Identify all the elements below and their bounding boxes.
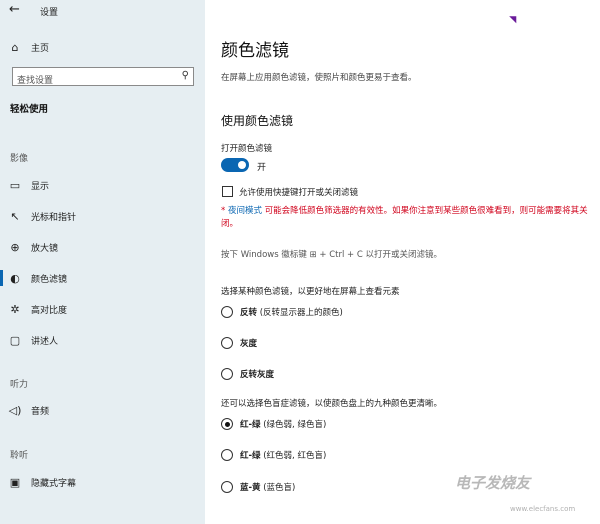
captions-icon: ▣: [9, 475, 21, 489]
filter-name: 红-绿: [240, 451, 261, 461]
radio-invert[interactable]: [221, 306, 233, 318]
sidebar-item-label: 主页: [31, 43, 50, 54]
search-icon[interactable]: ⚲: [182, 70, 189, 81]
window-title: 设置: [40, 8, 59, 18]
sidebar-item-contrast[interactable]: ✲ 高对比度: [0, 296, 205, 322]
sidebar-item-label: 颜色滤镜: [31, 274, 68, 285]
night-mode-link[interactable]: 夜间模式: [228, 206, 262, 216]
sidebar-item-audio[interactable]: ◁) 音频: [0, 397, 205, 423]
filter-name: 蓝-黄: [240, 483, 261, 493]
search-input[interactable]: [17, 73, 167, 89]
cursor-icon: ↖: [10, 209, 20, 223]
narrator-icon: ▢: [9, 333, 21, 347]
page-description: 在屏幕上应用颜色滤镜，使照片和颜色更易于查看。: [221, 73, 417, 83]
radio-label-grayscale[interactable]: 灰度: [240, 337, 257, 349]
toggle-knob: [238, 161, 246, 169]
group-heading-vision: 影像: [10, 154, 29, 164]
radio-label-inverted-grayscale[interactable]: 反转灰度: [240, 368, 274, 380]
radio-protanopia[interactable]: [221, 449, 233, 461]
filter-desc: (红色弱, 红色盲): [260, 451, 327, 461]
watermark-url: www.elecfans.com: [510, 505, 576, 513]
night-mode-warning: * 夜间模式 可能会降低颜色筛选器的有效性。如果你注意到某些颜色很难看到，则可能…: [221, 205, 591, 231]
shortcut-checkbox-label[interactable]: 允许使用快捷键打开或关闭滤镜: [239, 186, 358, 198]
group-heading-listening: 聆听: [10, 451, 29, 461]
filter-section-label: 选择某种颜色滤镜，以更好地在屏幕上查看元素: [221, 287, 400, 297]
sidebar-item-label: 光标和指针: [31, 212, 77, 223]
filter-desc: (绿色弱, 绿色盲): [260, 420, 327, 430]
home-icon: ⌂: [11, 40, 19, 54]
colorblind-section-label: 还可以选择色盲症滤镜，以使颜色盘上的九种颜色更清晰。: [221, 399, 443, 409]
shortcut-hint: 按下 Windows 徽标键 ⊞ + Ctrl + C 以打开或关闭滤镜。: [221, 250, 442, 260]
sidebar-item-home[interactable]: ⌂ 主页: [0, 34, 205, 60]
filter-desc: (蓝色盲): [260, 483, 296, 493]
radio-label-deuteranopia[interactable]: 红-绿 (绿色弱, 绿色盲): [240, 418, 326, 430]
watermark: 电子发烧友: [455, 474, 531, 492]
radio-label-tritanopia[interactable]: 蓝-黄 (蓝色盲): [240, 481, 295, 493]
sidebar-item-label: 显示: [31, 181, 50, 192]
sidebar-item-magnifier[interactable]: ⊕ 放大镜: [0, 234, 205, 260]
warning-prefix: *: [221, 206, 228, 216]
group-heading-hearing: 听力: [10, 380, 29, 390]
radio-grayscale[interactable]: [221, 337, 233, 349]
section-title: 使用颜色滤镜: [221, 114, 294, 128]
contrast-icon: ✲: [10, 302, 20, 316]
sidebar-item-narrator[interactable]: ▢ 讲述人: [0, 327, 205, 353]
sidebar-item-label: 高对比度: [31, 305, 68, 316]
radio-label-protanopia[interactable]: 红-绿 (红色弱, 红色盲): [240, 449, 326, 461]
shortcut-checkbox[interactable]: [222, 186, 233, 197]
sidebar-item-color-filter[interactable]: ◐ 颜色滤镜: [0, 265, 205, 291]
sidebar-item-label: 讲述人: [31, 336, 59, 347]
sidebar-item-label: 音频: [31, 406, 50, 417]
radio-label-invert[interactable]: 反转 (反转显示器上的颜色): [240, 306, 343, 318]
filter-name: 反转灰度: [240, 370, 275, 380]
speaker-icon: ◁): [8, 403, 22, 417]
filter-name: 灰度: [240, 339, 258, 349]
filter-name: 反转: [240, 308, 258, 318]
title-bar: ← 设置: [0, 0, 205, 24]
radio-tritanopia[interactable]: [221, 481, 233, 493]
back-arrow-icon[interactable]: ←: [9, 2, 20, 17]
page-title: 颜色滤镜: [221, 41, 289, 61]
sidebar-item-display[interactable]: ▭ 显示: [0, 172, 205, 198]
toggle-label: 打开颜色滤镜: [221, 144, 273, 154]
filter-desc: (反转显示器上的颜色): [257, 308, 343, 318]
sidebar: ← 设置 ⌂ 主页 ⚲ 轻松使用 影像 ▭ 显示 ↖ 光标和指针 ⊕ 放大镜 ◐…: [0, 0, 205, 524]
sidebar-item-label: 隐藏式字幕: [31, 478, 77, 489]
color-filter-toggle[interactable]: [221, 158, 249, 172]
warning-text: 可能会降低颜色筛选器的有效性。如果你注意到某些颜色很难看到，则可能需要将其关闭。: [221, 206, 588, 229]
radio-deuteranopia[interactable]: [221, 418, 233, 430]
sidebar-item-cursor[interactable]: ↖ 光标和指针: [0, 203, 205, 229]
category-title: 轻松使用: [10, 104, 49, 115]
color-filter-icon: ◐: [10, 271, 20, 285]
filter-name: 红-绿: [240, 420, 261, 430]
magnifier-icon: ⊕: [10, 240, 20, 254]
search-box[interactable]: ⚲: [12, 67, 194, 89]
sidebar-item-label: 放大镜: [31, 243, 59, 254]
display-icon: ▭: [9, 178, 21, 192]
radio-inverted-grayscale[interactable]: [221, 368, 233, 380]
toggle-state: 开: [257, 163, 267, 173]
sidebar-item-captions[interactable]: ▣ 隐藏式字幕: [0, 469, 205, 495]
